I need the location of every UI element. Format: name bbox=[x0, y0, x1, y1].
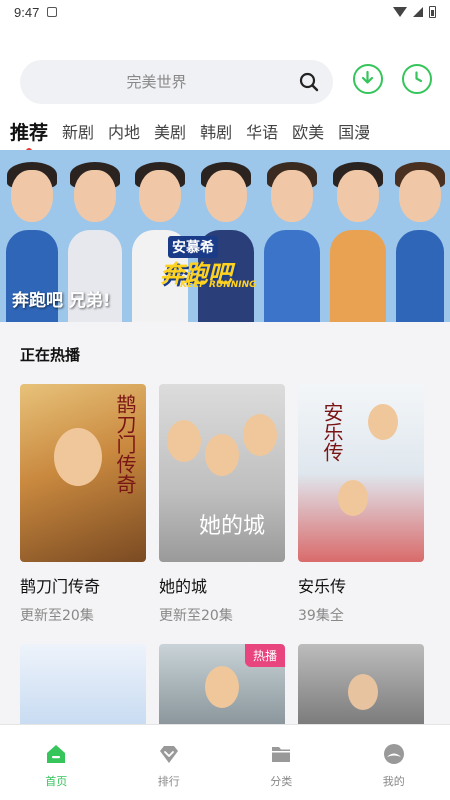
download-circle-icon bbox=[361, 70, 374, 84]
poster-image: 鹊刀门传奇 bbox=[20, 384, 146, 562]
card-episode-status: 更新至20集 bbox=[159, 608, 233, 624]
category-tabs: 推荐 新剧 内地 美剧 韩剧 华语 欧美 国漫 bbox=[0, 112, 450, 150]
top-header: 完美世界 推荐 新剧 内地 美剧 韩剧 华语 欧美 国漫 bbox=[0, 24, 450, 150]
poster-image: 安乐传 bbox=[298, 384, 424, 562]
search-bar[interactable]: 完美世界 bbox=[20, 60, 333, 104]
battery-icon bbox=[429, 6, 436, 18]
nav-label: 我的 bbox=[382, 775, 405, 788]
hot-badge: 热播 bbox=[244, 644, 285, 667]
wifi-icon bbox=[393, 7, 407, 17]
clock-icon bbox=[415, 71, 423, 83]
search-icon[interactable] bbox=[299, 72, 319, 92]
status-bar: 9:47 bbox=[0, 0, 450, 24]
banner-caption: 奔跑吧 兄弟! bbox=[12, 291, 111, 311]
nav-ranking[interactable]: 排行 bbox=[113, 725, 226, 800]
drama-card[interactable]: 鹊刀门传奇 鹊刀门传奇 更新至20集 bbox=[20, 384, 146, 625]
folder-icon bbox=[272, 747, 291, 762]
nav-label: 排行 bbox=[157, 775, 180, 788]
tab-anime[interactable]: 国漫 bbox=[338, 119, 370, 143]
download-button[interactable] bbox=[353, 64, 383, 94]
tab-mainland[interactable]: 内地 bbox=[108, 119, 140, 143]
signal-icon bbox=[413, 7, 423, 17]
section-title: 正在热播 bbox=[20, 346, 81, 364]
logo-subtitle-text: KEEP RUNNING bbox=[180, 280, 257, 290]
nav-home[interactable]: 首页 bbox=[0, 725, 113, 800]
tab-chinese[interactable]: 华语 bbox=[246, 119, 278, 143]
status-indicators bbox=[393, 6, 436, 18]
banner-figure bbox=[390, 150, 450, 322]
card-episode-status: 39集全 bbox=[298, 608, 344, 624]
banner-figure bbox=[324, 150, 392, 322]
tab-western[interactable]: 欧美 bbox=[292, 119, 324, 143]
nav-category[interactable]: 分类 bbox=[225, 725, 338, 800]
tab-us-drama[interactable]: 美剧 bbox=[154, 119, 186, 143]
card-title: 安乐传 bbox=[298, 577, 347, 596]
poster-title-art: 鹊刀门传奇 bbox=[113, 394, 137, 494]
profile-icon bbox=[383, 744, 404, 764]
poster-title-art: 她的城 bbox=[199, 514, 266, 539]
home-icon bbox=[47, 745, 66, 763]
diamond-icon bbox=[159, 746, 178, 763]
drama-card[interactable]: 安乐传 安乐传 39集全 bbox=[298, 384, 424, 625]
search-placeholder: 完美世界 bbox=[126, 73, 187, 91]
nav-profile[interactable]: 我的 bbox=[338, 725, 450, 800]
bottom-navigation: 首页 排行 分类 我的 bbox=[0, 724, 450, 800]
status-time: 9:47 bbox=[14, 4, 40, 20]
tab-recommend[interactable]: 推荐 bbox=[10, 118, 49, 150]
poster-image: 她的城 bbox=[159, 384, 285, 562]
nav-label: 首页 bbox=[45, 775, 68, 788]
tab-new[interactable]: 新剧 bbox=[62, 119, 94, 143]
hero-banner[interactable]: 安慕希 奔跑吧 KEEP RUNNING 奔跑吧 兄弟! bbox=[0, 150, 450, 322]
drama-card-partial[interactable]: 热播 bbox=[159, 644, 285, 724]
tab-korean[interactable]: 韩剧 bbox=[200, 119, 232, 143]
card-title: 鹊刀门传奇 bbox=[20, 577, 101, 596]
card-episode-status: 更新至20集 bbox=[20, 608, 94, 624]
drama-card[interactable]: 她的城 她的城 更新至20集 bbox=[159, 384, 285, 625]
drama-card-partial[interactable] bbox=[20, 644, 146, 724]
show-logo: 安慕希 奔跑吧 KEEP RUNNING bbox=[150, 236, 290, 290]
tab-label: 推荐 bbox=[10, 121, 49, 144]
nav-label: 分类 bbox=[270, 775, 293, 788]
card-title: 她的城 bbox=[159, 577, 208, 596]
history-button[interactable] bbox=[402, 64, 432, 94]
drama-card-partial[interactable] bbox=[298, 644, 424, 724]
notification-icon bbox=[47, 7, 58, 17]
poster-title-art: 安乐传 bbox=[320, 402, 344, 462]
